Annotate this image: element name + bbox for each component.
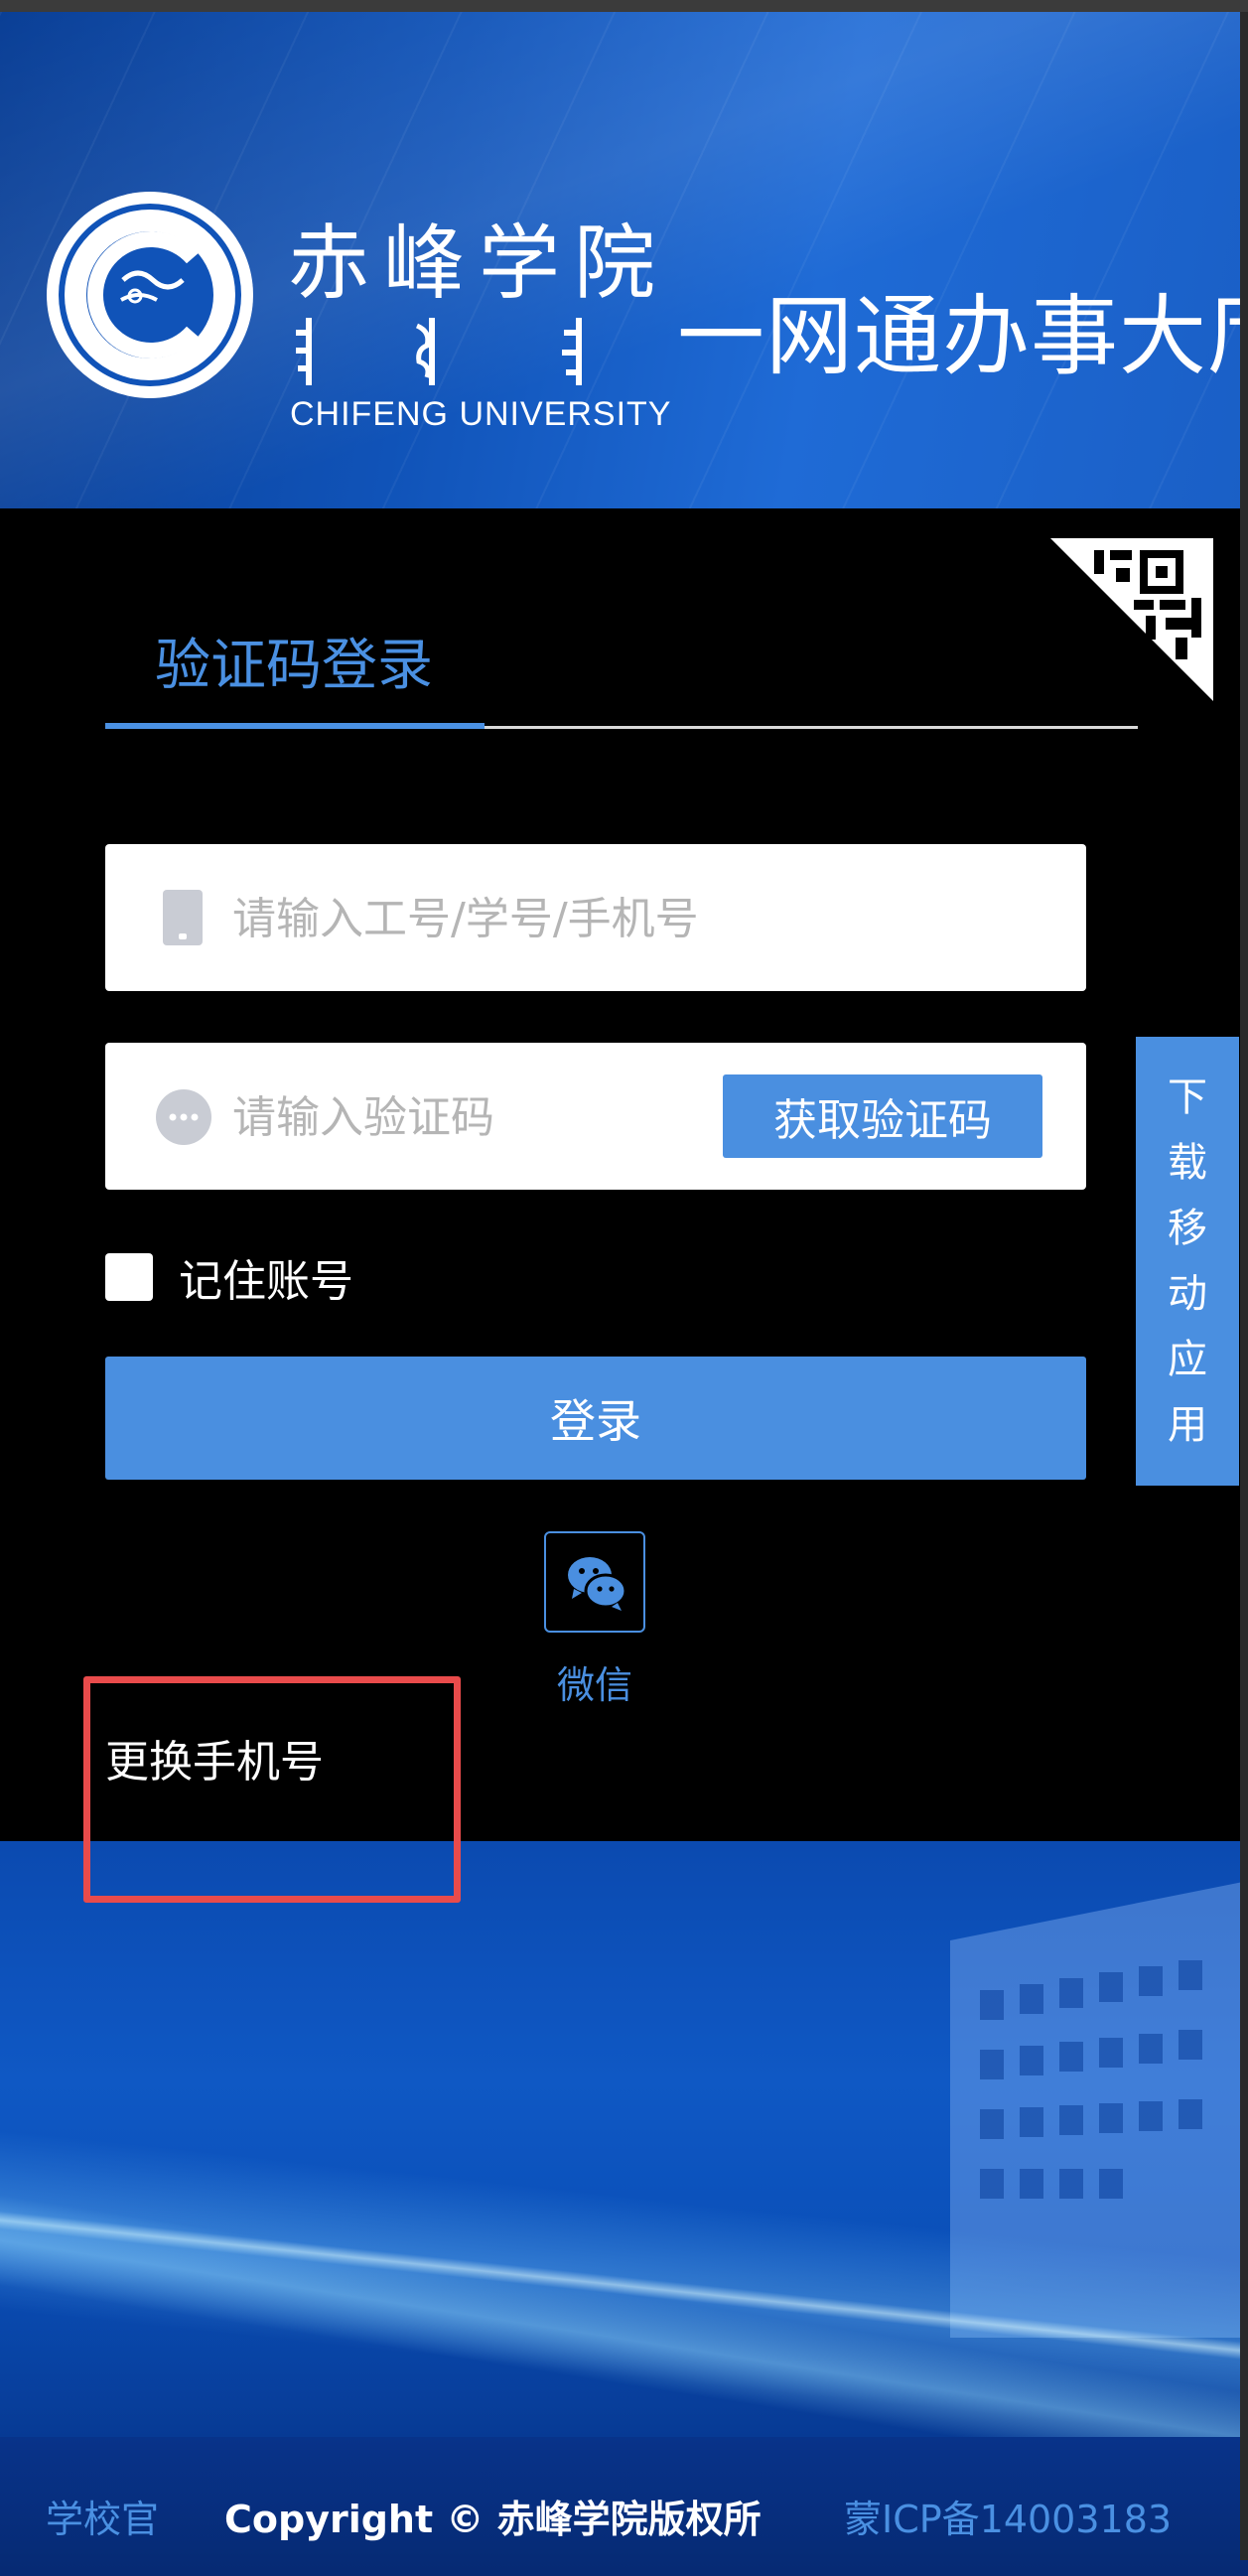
- phone-icon: [163, 890, 203, 945]
- login-button[interactable]: 登录: [105, 1357, 1086, 1480]
- download-app-char: 用: [1168, 1402, 1207, 1448]
- download-app-char: 载: [1168, 1140, 1207, 1186]
- code-input[interactable]: [230, 1078, 671, 1156]
- footer: 学校官 Copyright © 赤峰学院版权所 蒙ICP备14003183: [0, 2437, 1248, 2576]
- remember-checkbox[interactable]: [105, 1253, 153, 1301]
- tab-active-indicator: [105, 723, 485, 729]
- wechat-login-button[interactable]: [544, 1531, 645, 1633]
- tab-code-login[interactable]: 验证码登录: [155, 621, 433, 701]
- copyright-text: Copyright © 赤峰学院版权所: [224, 2498, 762, 2541]
- bottom-background: [0, 1841, 1248, 2437]
- mongolian-script-logo: [296, 318, 582, 385]
- wechat-icon: [568, 1557, 627, 1611]
- remember-account[interactable]: 记住账号: [105, 1251, 353, 1307]
- hall-title: 一网通办事大厅: [677, 285, 1248, 387]
- get-code-button[interactable]: 获取验证码: [723, 1074, 1042, 1158]
- university-name-en: CHIFENG UNIVERSITY: [290, 395, 672, 433]
- remember-label: 记住账号: [179, 1256, 353, 1307]
- school-official-link[interactable]: 学校官: [46, 2489, 159, 2543]
- browser-top-strip: [0, 0, 1248, 12]
- wechat-label[interactable]: 微信: [544, 1654, 645, 1709]
- highlight-box: [83, 1676, 461, 1903]
- account-input[interactable]: [230, 880, 751, 957]
- download-app-char: 应: [1168, 1337, 1207, 1382]
- header-banner: 赤峰学院 CHIFENG UNIVERSITY 一网通办事大厅: [0, 12, 1248, 508]
- download-app-tab[interactable]: 下 载 移 动 应 用: [1136, 1037, 1239, 1486]
- code-field: 获取验证码: [105, 1043, 1086, 1190]
- window-right-edge: [1240, 12, 1248, 2560]
- university-name-cn: 赤峰学院: [288, 216, 670, 311]
- chat-bubble-icon: [156, 1089, 211, 1145]
- university-seal-icon: [47, 192, 253, 398]
- icp-link[interactable]: 蒙ICP备14003183: [844, 2489, 1172, 2543]
- download-app-char: 下: [1168, 1074, 1207, 1120]
- download-app-char: 移: [1168, 1206, 1207, 1251]
- account-field: [105, 844, 1086, 991]
- qr-code-icon[interactable]: [1050, 538, 1213, 701]
- download-app-char: 动: [1168, 1271, 1207, 1317]
